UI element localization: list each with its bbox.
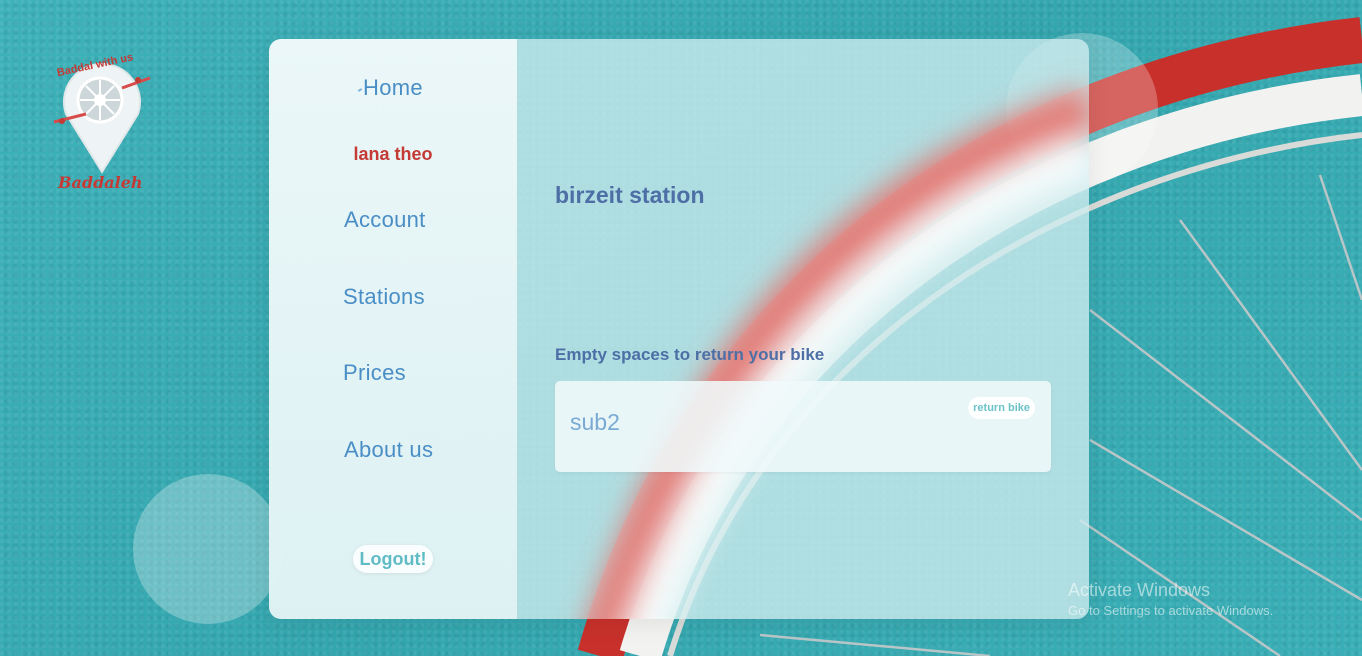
slot-name: sub2	[570, 409, 620, 435]
station-title: birzeit station	[555, 182, 705, 208]
watermark-subtitle: Go to Settings to activate Windows.	[1068, 603, 1274, 618]
slot-card: sub2 return bike	[555, 381, 1051, 472]
nav-home[interactable]: Home	[357, 75, 423, 101]
empty-spaces-heading: Empty spaces to return your bike	[555, 345, 825, 364]
user-name: lana theo	[353, 144, 433, 164]
svg-text:Baddaleh: Baddaleh	[57, 173, 143, 192]
nav-account[interactable]: Account	[344, 207, 426, 233]
logout-button[interactable]: Logout!	[353, 545, 433, 573]
watermark-title: Activate Windows	[1068, 580, 1211, 600]
nav-home-label: Home	[363, 75, 423, 100]
decorative-bubble	[133, 474, 283, 624]
home-icon	[357, 88, 363, 92]
nav-stations[interactable]: Stations	[343, 284, 425, 310]
activate-windows-watermark: Activate Windows Go to Settings to activ…	[1068, 580, 1273, 618]
baddaleh-logo: Baddal with us Baddaleh	[53, 51, 151, 192]
return-bike-button[interactable]: return bike	[968, 397, 1035, 419]
nav-prices[interactable]: Prices	[343, 360, 406, 386]
sidebar: Home lana theo Account Stations Prices A…	[269, 39, 517, 619]
nav-about-us[interactable]: About us	[344, 437, 433, 463]
main-card: Home lana theo Account Stations Prices A…	[269, 39, 1089, 619]
